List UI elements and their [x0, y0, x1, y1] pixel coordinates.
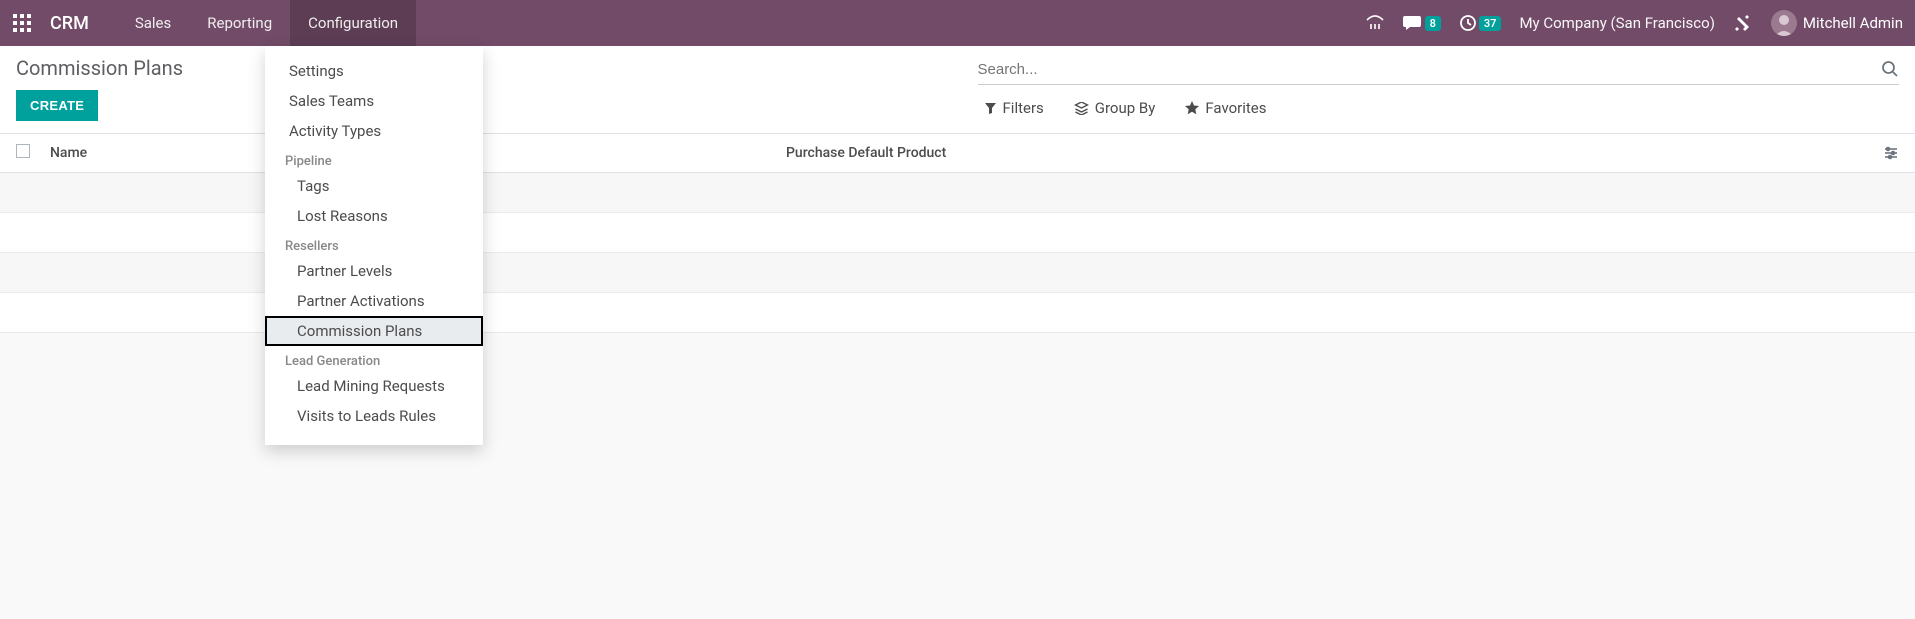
activities-badge: 37	[1479, 16, 1502, 31]
dd-settings[interactable]: Settings	[265, 56, 483, 86]
dd-tags[interactable]: Tags	[265, 171, 483, 201]
systray: 8 37 My Company (San Francisco) Mitchell…	[1365, 10, 1903, 36]
activities-icon[interactable]: 37	[1459, 14, 1502, 32]
page-title: Commission Plans	[16, 56, 958, 80]
dd-header-lead-generation: Lead Generation	[265, 346, 483, 371]
column-purchase-default-product[interactable]: Purchase Default Product	[786, 145, 946, 161]
nav-menu: Sales Reporting Configuration	[117, 0, 416, 46]
dd-header-pipeline: Pipeline	[265, 146, 483, 171]
app-brand[interactable]: CRM	[50, 13, 89, 34]
search-input[interactable]	[978, 61, 1882, 78]
debug-icon[interactable]	[1733, 13, 1753, 33]
dd-lead-mining[interactable]: Lead Mining Requests	[265, 371, 483, 401]
create-button[interactable]: CREATE	[16, 90, 98, 121]
apps-icon[interactable]	[12, 13, 32, 33]
avatar	[1771, 10, 1797, 36]
user-name: Mitchell Admin	[1803, 14, 1903, 32]
dd-partner-activations[interactable]: Partner Activations	[265, 286, 483, 316]
column-name[interactable]: Name	[50, 145, 87, 161]
filter-toolbar: Filters Group By Favorites	[978, 85, 1900, 129]
nav-item-configuration[interactable]: Configuration	[290, 0, 416, 46]
list-options-icon[interactable]	[1883, 145, 1899, 161]
dd-header-resellers: Resellers	[265, 231, 483, 256]
nav-item-sales[interactable]: Sales	[117, 0, 189, 46]
user-menu[interactable]: Mitchell Admin	[1771, 10, 1903, 36]
top-navbar: CRM Sales Reporting Configuration 8 37 M…	[0, 0, 1915, 46]
nav-item-reporting[interactable]: Reporting	[189, 0, 290, 46]
dd-activity-types[interactable]: Activity Types	[265, 116, 483, 146]
star-icon	[1185, 101, 1199, 115]
select-all-checkbox[interactable]	[16, 144, 46, 162]
configuration-dropdown: Settings Sales Teams Activity Types Pipe…	[265, 46, 483, 445]
funnel-icon	[984, 102, 997, 115]
favorites-button[interactable]: Favorites	[1185, 99, 1266, 117]
groupby-button[interactable]: Group By	[1074, 99, 1156, 117]
search-icon[interactable]	[1881, 60, 1899, 78]
filters-button[interactable]: Filters	[984, 99, 1044, 117]
dd-commission-plans[interactable]: Commission Plans	[265, 316, 483, 346]
layers-icon	[1074, 102, 1089, 115]
search-bar[interactable]	[978, 56, 1900, 85]
dd-sales-teams[interactable]: Sales Teams	[265, 86, 483, 116]
messages-icon[interactable]: 8	[1403, 14, 1441, 32]
messages-badge: 8	[1425, 16, 1441, 31]
company-selector[interactable]: My Company (San Francisco)	[1519, 14, 1714, 32]
dd-visits-to-leads[interactable]: Visits to Leads Rules	[265, 401, 483, 431]
phone-icon[interactable]	[1365, 14, 1385, 32]
dd-partner-levels[interactable]: Partner Levels	[265, 256, 483, 286]
dd-lost-reasons[interactable]: Lost Reasons	[265, 201, 483, 231]
